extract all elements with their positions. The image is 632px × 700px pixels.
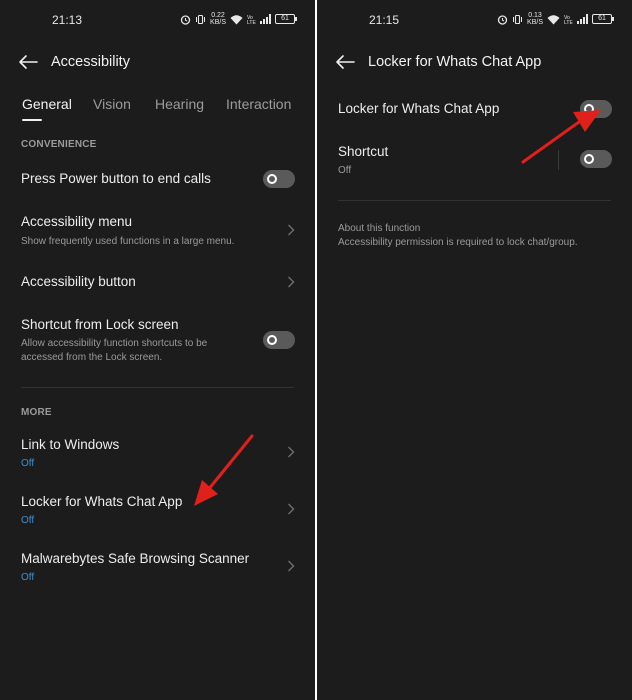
- svg-text:LTE: LTE: [564, 20, 573, 25]
- section-divider: [21, 387, 294, 388]
- status-bar: 21:13 0.22 KB/S Vo LTE 61: [0, 0, 315, 40]
- signal-icon: [577, 14, 588, 24]
- svg-text:LTE: LTE: [247, 20, 256, 25]
- app-bar: Locker for Whats Chat App: [317, 48, 632, 78]
- volte-icon: VoLTE: [247, 15, 256, 25]
- page-title: Accessibility: [51, 54, 130, 70]
- annotation-arrow-icon: [194, 434, 254, 506]
- power-button-toggle[interactable]: [263, 170, 295, 188]
- setting-label: Shortcut: [338, 144, 389, 159]
- battery-indicator: 61: [592, 14, 614, 24]
- setting-status: Off: [21, 458, 35, 469]
- page-title: Locker for Whats Chat App: [368, 54, 542, 70]
- about-function: About this function Accessibility permis…: [317, 222, 632, 256]
- status-time: 21:13: [52, 13, 83, 27]
- setting-accessibility-menu[interactable]: Accessibility menu Show frequently used …: [0, 206, 315, 254]
- about-description: Accessibility permission is required to …: [338, 237, 578, 248]
- chevron-right-icon: [288, 446, 295, 458]
- setting-status: Off: [338, 165, 352, 176]
- signal-icon: [260, 14, 271, 24]
- chevron-right-icon: [288, 276, 295, 288]
- setting-description: Show frequently used functions in a larg…: [21, 236, 235, 247]
- status-bar: 21:15 0.13 KB/S Vo LTE 61: [317, 0, 632, 40]
- locker-settings-screen: 21:15 0.13 KB/S Vo LTE 61 Locker for Whats…: [317, 0, 632, 700]
- tab-hearing[interactable]: Hearing: [155, 96, 204, 112]
- section-divider: [338, 200, 611, 201]
- setting-accessibility-button[interactable]: Accessibility button: [0, 264, 315, 300]
- shortcut-lock-toggle[interactable]: [263, 331, 295, 349]
- battery-indicator: 61: [275, 14, 297, 24]
- setting-description-line-1: Allow accessibility function shortcuts t…: [21, 338, 208, 349]
- chevron-right-icon: [288, 560, 295, 572]
- volte-icon: VoLTE: [564, 15, 573, 25]
- wifi-icon: [230, 14, 243, 24]
- setting-label: Accessibility button: [21, 274, 136, 289]
- section-header-more: MORE: [21, 407, 52, 418]
- annotation-arrow-icon: [521, 110, 601, 164]
- tab-general[interactable]: General: [22, 96, 72, 112]
- tab-bar: General Vision Hearing Interaction: [0, 96, 315, 126]
- tab-vision[interactable]: Vision: [93, 96, 131, 112]
- setting-locker-whats-chat[interactable]: Locker for Whats Chat App Off: [0, 485, 315, 533]
- setting-label: Locker for Whats Chat App: [21, 494, 183, 509]
- vibrate-icon: [196, 14, 206, 24]
- setting-label: Shortcut from Lock screen: [21, 317, 179, 332]
- chevron-right-icon: [288, 503, 295, 515]
- status-time: 21:15: [369, 13, 400, 27]
- vibrate-icon: [513, 14, 523, 24]
- alarm-icon: [497, 14, 508, 25]
- about-title: About this function: [338, 223, 421, 234]
- setting-link-to-windows[interactable]: Link to Windows Off: [0, 428, 315, 476]
- back-arrow-icon[interactable]: [18, 54, 38, 70]
- active-tab-indicator: [22, 119, 42, 121]
- app-bar: Accessibility: [0, 48, 315, 78]
- wifi-icon: [547, 14, 560, 24]
- setting-status: Off: [21, 515, 35, 526]
- setting-label: Locker for Whats Chat App: [338, 101, 500, 116]
- setting-label: Malwarebytes Safe Browsing Scanner: [21, 551, 250, 566]
- setting-power-button-end-calls[interactable]: Press Power button to end calls: [0, 162, 315, 198]
- status-icons: 0.13 KB/S Vo LTE 61: [497, 12, 614, 26]
- setting-label: Accessibility menu: [21, 214, 133, 229]
- status-icons: 0.22 KB/S Vo LTE 61: [180, 12, 297, 26]
- toggle-knob: [267, 174, 277, 184]
- setting-label: Press Power button to end calls: [21, 171, 211, 186]
- setting-status: Off: [21, 572, 35, 583]
- network-speed: 0.22 KB/S: [210, 12, 226, 26]
- alarm-icon: [180, 14, 191, 25]
- setting-description-line-2: accessed from the Lock screen.: [21, 352, 163, 363]
- setting-label: Link to Windows: [21, 437, 120, 452]
- back-arrow-icon[interactable]: [335, 54, 355, 70]
- toggle-knob: [267, 335, 277, 345]
- setting-malwarebytes[interactable]: Malwarebytes Safe Browsing Scanner Off: [0, 542, 315, 590]
- tab-interaction[interactable]: Interaction: [226, 96, 291, 112]
- section-header-convenience: CONVENIENCE: [21, 139, 97, 150]
- chevron-right-icon: [288, 224, 295, 236]
- accessibility-screen: 21:13 0.22 KB/S Vo LTE 61 Accessibility Ge…: [0, 0, 315, 700]
- setting-shortcut-lock-screen[interactable]: Shortcut from Lock screen Allow accessib…: [0, 308, 315, 370]
- network-speed: 0.13 KB/S: [527, 12, 543, 26]
